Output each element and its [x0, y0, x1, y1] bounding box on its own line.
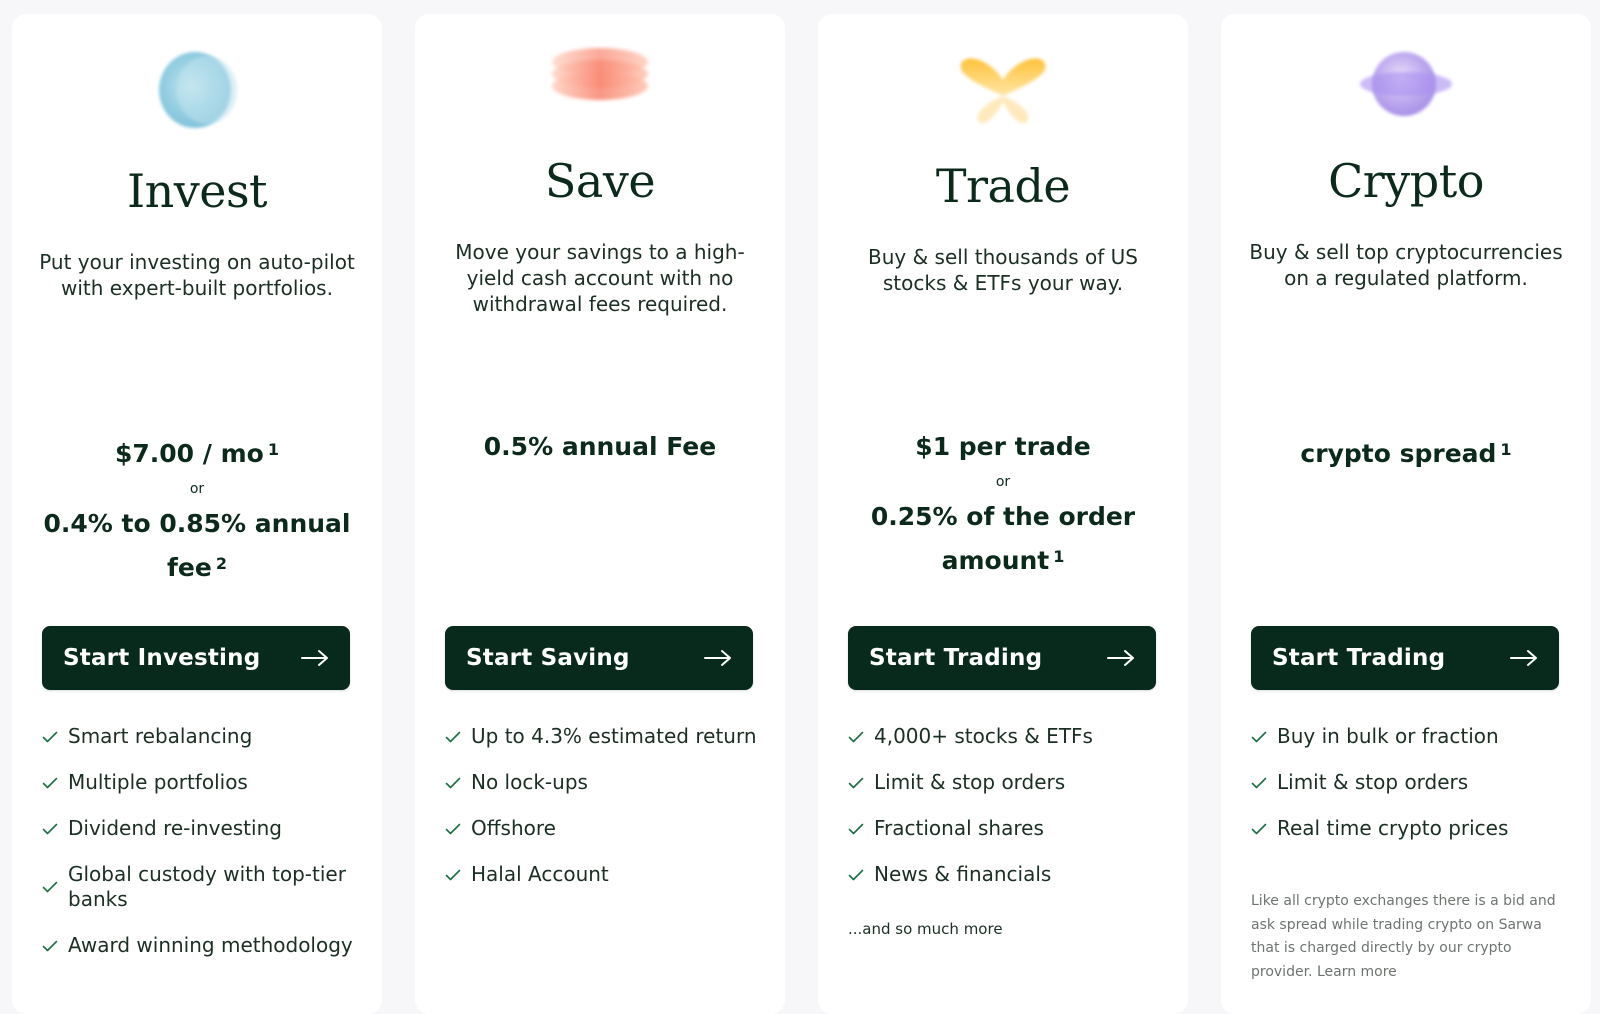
feature-item: Offshore	[445, 816, 771, 841]
check-icon	[1251, 777, 1267, 788]
button-label: Start Investing	[63, 645, 261, 671]
arrow-right-icon	[301, 650, 328, 666]
feature-item: No lock-ups	[445, 770, 771, 795]
button-label: Start Trading	[869, 645, 1043, 671]
card-title: Crypto	[1328, 154, 1484, 208]
check-icon	[42, 940, 58, 951]
start-trading-button[interactable]: Start Trading	[848, 626, 1156, 690]
feature-list: 4,000+ stocks & ETFs Limit & stop orders…	[848, 724, 1174, 908]
feature-list: Smart rebalancing Multiple portfolios Di…	[42, 724, 368, 979]
purple-planet-icon	[1346, 36, 1466, 136]
price-main: 0.5% annual Fee	[483, 432, 717, 461]
feature-item: Halal Account	[445, 862, 771, 887]
arrow-right-icon	[1510, 650, 1537, 666]
check-icon	[1251, 823, 1267, 834]
check-icon	[848, 823, 864, 834]
feature-item: Limit & stop orders	[848, 770, 1174, 795]
start-investing-button[interactable]: Start Investing	[42, 626, 350, 690]
feature-item: Multiple portfolios	[42, 770, 368, 795]
feature-item: Global custody with top-tier banks	[42, 862, 368, 912]
price-alt: 0.25% of the order amount 1	[870, 502, 1136, 575]
pricing-block: 0.5% annual Fee	[431, 425, 769, 469]
button-label: Start Saving	[466, 645, 630, 671]
arrow-right-icon	[704, 650, 731, 666]
check-icon	[445, 731, 461, 742]
feature-item: Limit & stop orders	[1251, 770, 1577, 795]
check-icon	[1251, 731, 1267, 742]
price-alt: 0.4% to 0.85% annual fee 2	[43, 509, 351, 582]
check-icon	[445, 777, 461, 788]
card-title: Save	[544, 154, 656, 208]
feature-item: Dividend re-investing	[42, 816, 368, 841]
blue-orb-icon	[137, 40, 257, 140]
pricing-block: $1 per trade or 0.25% of the order amoun…	[834, 425, 1172, 583]
learn-more-link[interactable]: Learn more	[1317, 964, 1397, 980]
check-icon	[42, 881, 58, 893]
crypto-card: Crypto Buy & sell top cryptocurrencies o…	[1221, 14, 1591, 1014]
check-icon	[848, 731, 864, 742]
feature-list: Up to 4.3% estimated return No lock-ups …	[445, 724, 771, 908]
button-label: Start Trading	[1272, 645, 1446, 671]
crypto-spread-note: Like all crypto exchanges there is a bid…	[1251, 890, 1571, 984]
price-or: or	[995, 474, 1011, 490]
price-main: crypto spread 1	[1300, 439, 1512, 468]
feature-item: News & financials	[848, 862, 1174, 887]
start-trading-crypto-button[interactable]: Start Trading	[1251, 626, 1559, 690]
note-text: Like all crypto exchanges there is a bid…	[1251, 893, 1556, 980]
start-saving-button[interactable]: Start Saving	[445, 626, 753, 690]
arrow-right-icon	[1107, 650, 1134, 666]
check-icon	[42, 823, 58, 834]
trade-card: Trade Buy & sell thousands of US stocks …	[818, 14, 1188, 1014]
invest-card: Invest Put your investing on auto-pilot …	[12, 14, 382, 1014]
feature-item: 4,000+ stocks & ETFs	[848, 724, 1174, 749]
yellow-butterfly-icon	[943, 36, 1063, 136]
card-title: Invest	[126, 164, 268, 218]
card-description: Buy & sell top cryptocurrencies on a reg…	[1249, 240, 1563, 290]
feature-item: Up to 4.3% estimated return	[445, 724, 771, 749]
coral-stack-icon	[540, 36, 660, 136]
check-icon	[848, 869, 864, 880]
feature-item: Real time crypto prices	[1251, 816, 1577, 841]
card-description: Put your investing on auto-pilot with ex…	[39, 250, 355, 300]
pricing-block: $7.00 / mo 1 or 0.4% to 0.85% annual fee 2	[28, 432, 366, 590]
price-or: or	[189, 481, 205, 497]
pricing-block: crypto spread 1	[1237, 432, 1575, 476]
feature-item: Smart rebalancing	[42, 724, 368, 749]
price-main: $1 per trade	[915, 432, 1091, 461]
price-main: $7.00 / mo 1	[115, 439, 279, 468]
check-icon	[445, 823, 461, 834]
save-card: Save Move your savings to a high-yield c…	[415, 14, 785, 1014]
card-title: Trade	[935, 159, 1071, 213]
feature-item: Award winning methodology	[42, 933, 368, 958]
feature-list: Buy in bulk or fraction Limit & stop ord…	[1251, 724, 1577, 862]
card-description: Buy & sell thousands of US stocks & ETFs…	[868, 245, 1138, 295]
check-icon	[42, 777, 58, 788]
feature-item: Fractional shares	[848, 816, 1174, 841]
check-icon	[42, 731, 58, 742]
card-description: Move your savings to a high-yield cash a…	[455, 240, 745, 316]
check-icon	[445, 869, 461, 880]
feature-item: Buy in bulk or fraction	[1251, 724, 1577, 749]
more-features-text: ...and so much more	[848, 920, 1003, 938]
check-icon	[848, 777, 864, 788]
